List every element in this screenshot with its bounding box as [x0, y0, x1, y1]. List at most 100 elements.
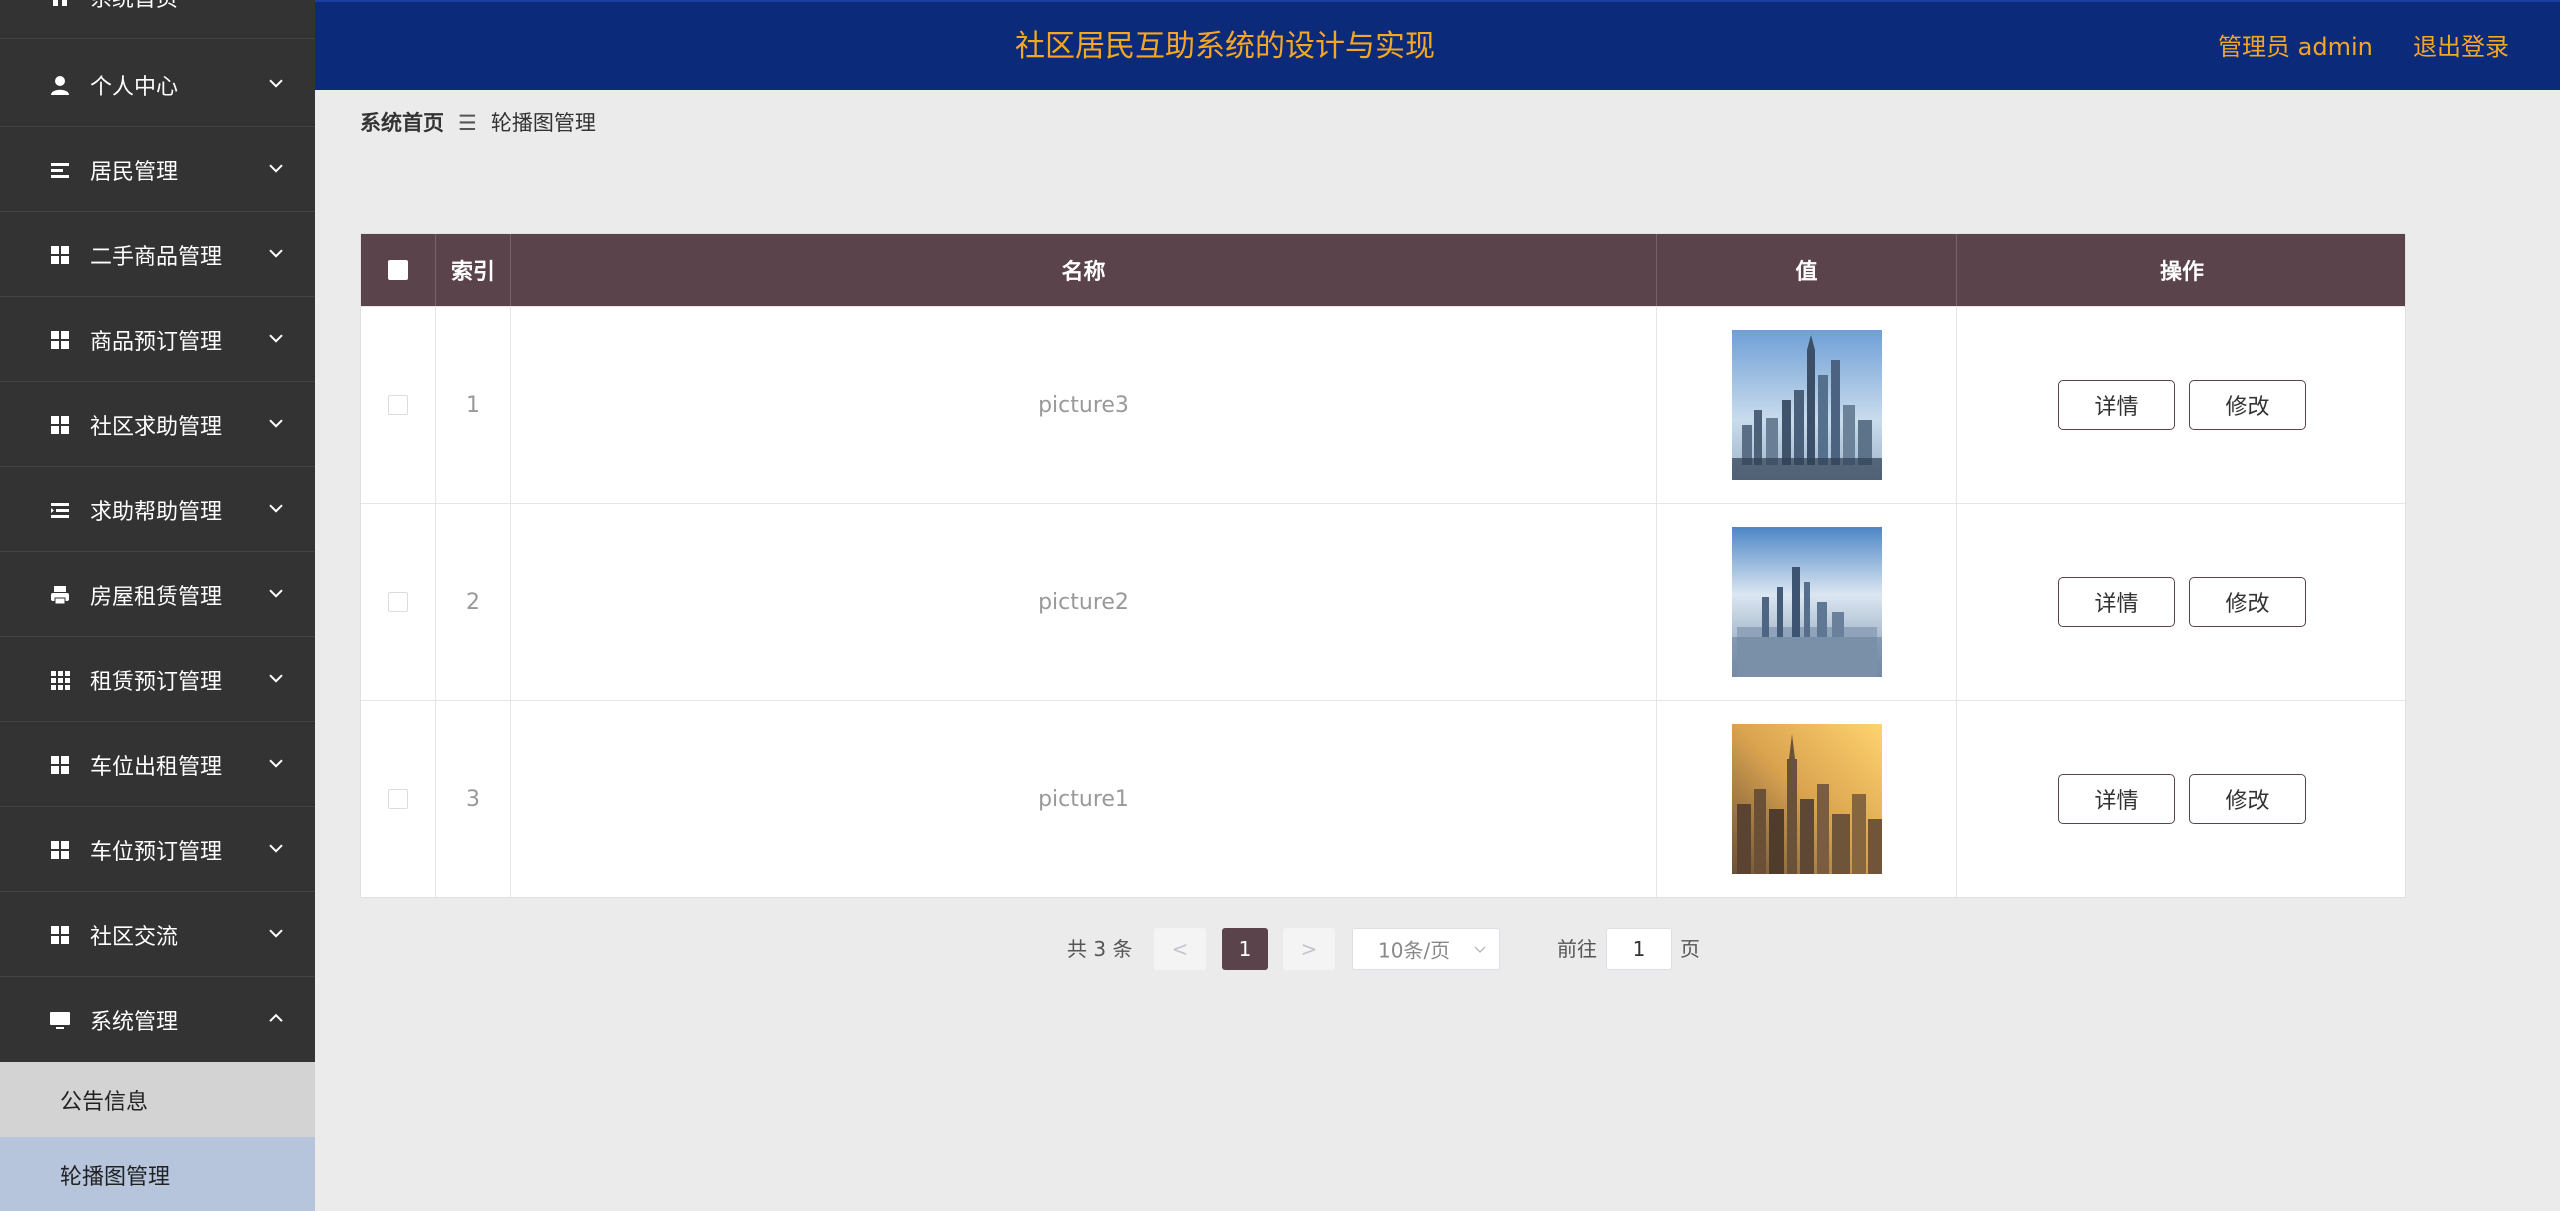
edit-button[interactable]: 修改	[2189, 380, 2306, 430]
table-row: 3 picture1 详情 修改	[361, 700, 2405, 897]
pagination-prev-button[interactable]: <	[1154, 928, 1206, 970]
sidebar-subitem-announcements[interactable]: 公告信息	[0, 1062, 315, 1137]
chevron-down-icon	[269, 928, 283, 938]
breadcrumb-home[interactable]: 系统首页	[360, 111, 444, 135]
sidebar-item-system-management[interactable]: 系统管理	[0, 978, 315, 1062]
breadcrumb-separator-icon: ☰	[458, 111, 477, 135]
chevron-down-icon	[269, 248, 283, 258]
chevron-down-icon	[269, 588, 283, 598]
page-size-select[interactable]: 10条/页	[1352, 928, 1500, 970]
chevron-down-icon	[269, 78, 283, 88]
pagination-page-suffix: 页	[1680, 937, 1700, 961]
table-header: 索引 名称 值 操作	[361, 234, 2405, 306]
breadcrumb-current: 轮播图管理	[490, 111, 596, 135]
pagination-goto-input[interactable]	[1606, 928, 1672, 970]
chevron-up-icon	[269, 1013, 283, 1022]
list-indent-icon	[48, 498, 72, 522]
logout-link[interactable]: 退出登录	[2413, 2, 2509, 92]
table-row: 1 picture3 详情 修改	[361, 306, 2405, 503]
sidebar-item-personal-center[interactable]: 个人中心	[0, 43, 315, 127]
page-size-value: 10条/页	[1378, 938, 1451, 963]
apps-icon	[48, 668, 72, 692]
printer-icon	[48, 583, 72, 607]
row-checkbox[interactable]	[388, 789, 408, 809]
sidebar-item-secondhand[interactable]: 二手商品管理	[0, 213, 315, 297]
column-header-value: 值	[1657, 234, 1957, 306]
carousel-table: 索引 名称 值 操作 1 picture3 详情 修改 2 picture2 详…	[360, 233, 2406, 898]
grid-icon	[48, 838, 72, 862]
chevron-down-icon	[269, 418, 283, 428]
sidebar-item-parking-booking[interactable]: 车位预订管理	[0, 808, 315, 892]
row-name: picture2	[511, 504, 1657, 700]
grid-icon	[48, 923, 72, 947]
chevron-down-icon	[269, 673, 283, 683]
sidebar-subitem-carousel[interactable]: 轮播图管理	[0, 1137, 315, 1211]
chevron-down-icon	[1474, 946, 1486, 954]
top-header: 社区居民互助系统的设计与实现 管理员 admin 退出登录	[315, 0, 2560, 90]
breadcrumb: 系统首页 ☰ 轮播图管理	[360, 108, 596, 138]
sidebar-item-help-assist[interactable]: 求助帮助管理	[0, 468, 315, 552]
detail-button[interactable]: 详情	[2058, 774, 2175, 824]
sidebar-item-label: 二手商品管理	[90, 244, 223, 270]
app-title: 社区居民互助系统的设计与实现	[1015, 29, 1435, 64]
edit-button[interactable]: 修改	[2189, 774, 2306, 824]
row-index: 1	[436, 307, 511, 503]
sidebar-item-label: 车位预订管理	[90, 839, 223, 865]
row-name: picture3	[511, 307, 1657, 503]
sidebar-item-house-rental[interactable]: 房屋租赁管理	[0, 553, 315, 637]
pagination-next-button[interactable]: >	[1283, 928, 1335, 970]
chevron-down-icon	[269, 758, 283, 768]
sidebar-item-label: 居民管理	[90, 159, 179, 185]
sidebar-item-label: 求助帮助管理	[90, 499, 223, 525]
carousel-thumbnail-image	[1731, 330, 1882, 480]
admin-label: 管理员 admin	[2218, 33, 2373, 61]
home-icon	[48, 0, 72, 9]
sidebar-item-label: 社区交流	[90, 924, 179, 950]
detail-button[interactable]: 详情	[2058, 380, 2175, 430]
sidebar-item-product-booking[interactable]: 商品预订管理	[0, 298, 315, 382]
detail-button[interactable]: 详情	[2058, 577, 2175, 627]
carousel-thumbnail-image	[1731, 527, 1882, 677]
pagination-page-button[interactable]: 1	[1222, 928, 1268, 970]
select-all-checkbox[interactable]	[388, 260, 408, 280]
edit-button[interactable]: 修改	[2189, 577, 2306, 627]
sidebar-item-label: 房屋租赁管理	[90, 584, 223, 610]
chevron-down-icon	[269, 163, 283, 173]
row-index: 3	[436, 701, 511, 897]
sidebar-item-home[interactable]: 系统首页	[0, 0, 315, 39]
grid-icon	[48, 328, 72, 352]
sidebar-item-label: 系统管理	[90, 1010, 179, 1035]
sidebar-subitem-label: 轮播图管理	[60, 1164, 171, 1190]
pagination-goto-label: 前往	[1557, 937, 1597, 961]
sidebar-item-label: 商品预订管理	[90, 329, 223, 355]
row-name: picture1	[511, 701, 1657, 897]
sidebar-item-rental-booking[interactable]: 租赁预订管理	[0, 638, 315, 722]
pagination-total: 共 3 条	[1067, 937, 1133, 961]
sidebar: 系统首页 个人中心 居民管理 二手商品管理 商品预订管理 社区求助管理	[0, 0, 315, 1211]
sidebar-item-label: 个人中心	[90, 74, 179, 100]
chevron-down-icon	[269, 333, 283, 343]
sidebar-item-label: 系统首页	[90, 0, 178, 13]
column-header-name: 名称	[511, 234, 1657, 306]
sidebar-item-residents[interactable]: 居民管理	[0, 128, 315, 212]
grid-icon	[48, 243, 72, 267]
chevron-down-icon	[269, 503, 283, 513]
sidebar-item-community-forum[interactable]: 社区交流	[0, 893, 315, 977]
row-checkbox[interactable]	[388, 592, 408, 612]
row-checkbox[interactable]	[388, 395, 408, 415]
sidebar-item-help-requests[interactable]: 社区求助管理	[0, 383, 315, 467]
sidebar-subitem-label: 公告信息	[60, 1089, 149, 1115]
sidebar-item-label: 租赁预订管理	[90, 669, 223, 695]
grid-icon	[48, 753, 72, 777]
sidebar-item-parking-rental[interactable]: 车位出租管理	[0, 723, 315, 807]
column-header-actions: 操作	[2159, 260, 2204, 285]
chevron-down-icon	[269, 843, 283, 853]
user-icon	[48, 73, 72, 97]
list-icon	[48, 158, 72, 182]
column-header-index: 索引	[436, 234, 511, 306]
sidebar-item-label: 车位出租管理	[90, 754, 223, 780]
sidebar-item-label: 社区求助管理	[90, 414, 223, 440]
monitor-icon	[48, 1008, 72, 1032]
row-index: 2	[436, 504, 511, 700]
carousel-thumbnail-image	[1731, 724, 1882, 874]
